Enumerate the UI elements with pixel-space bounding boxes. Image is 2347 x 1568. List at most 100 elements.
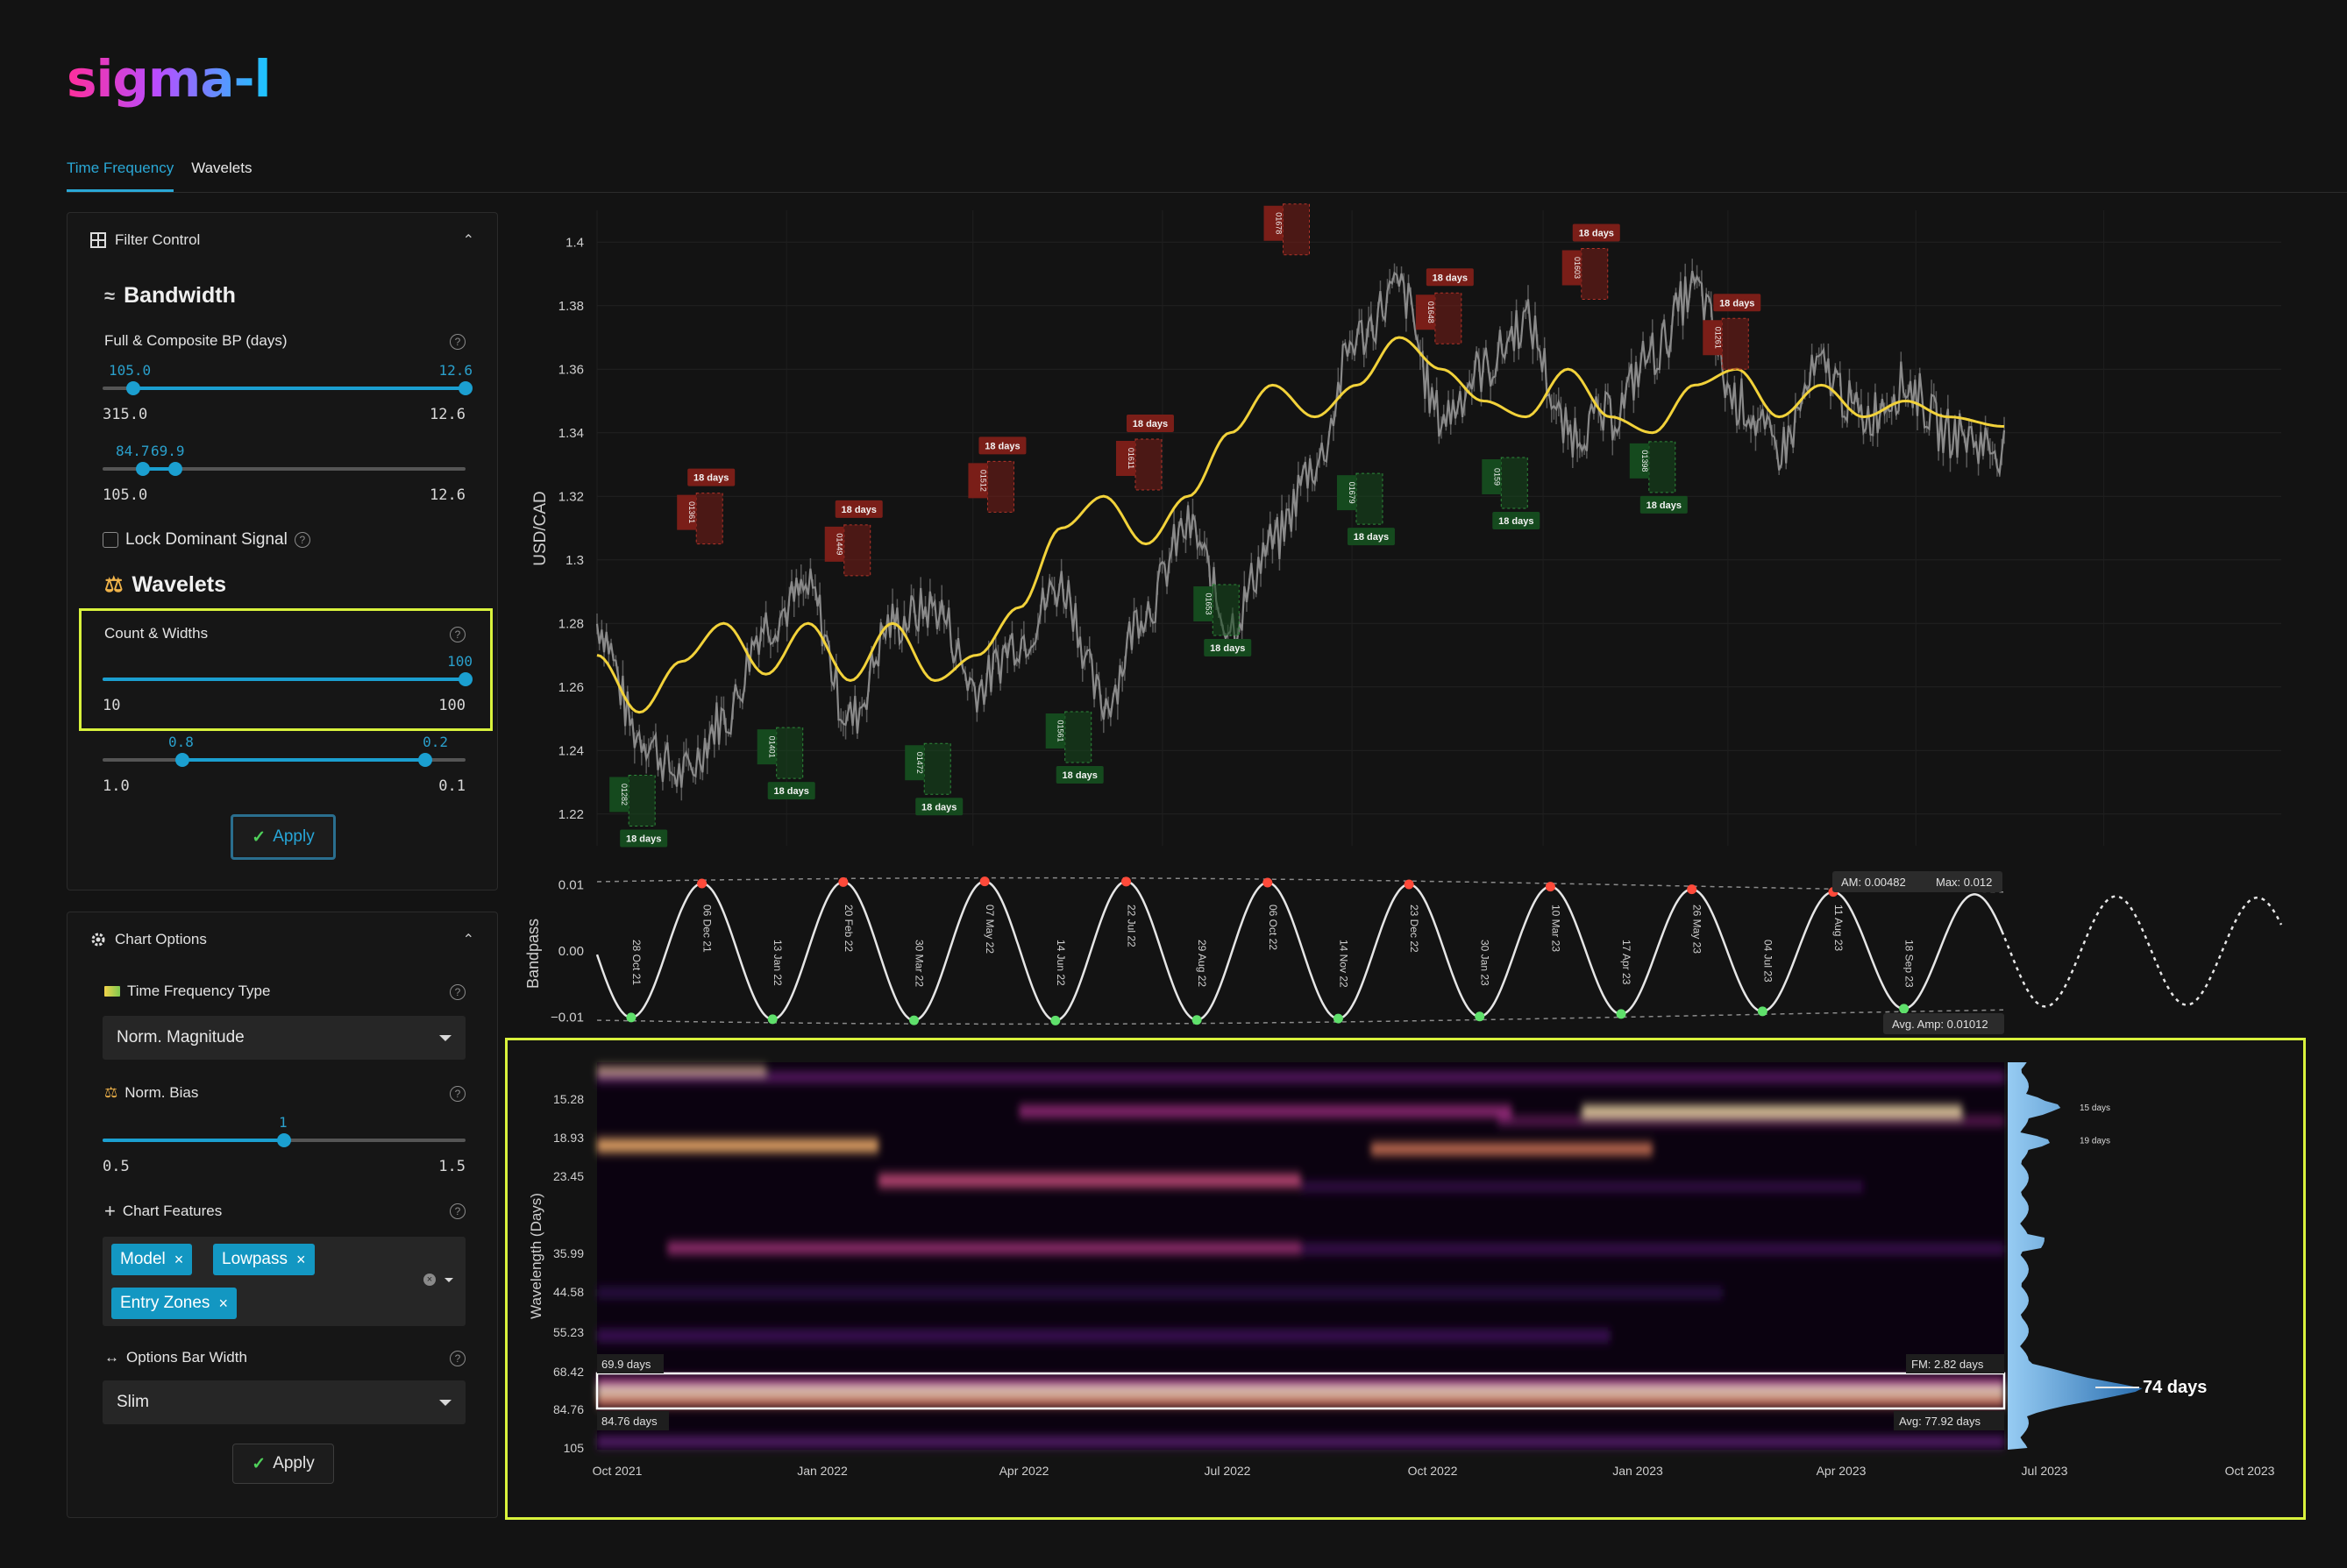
trough-dot: [909, 1015, 920, 1025]
norm-bias-min: 0.5: [103, 1158, 130, 1175]
help-icon[interactable]: ?: [294, 532, 310, 548]
norm-bias-slider[interactable]: [103, 1133, 466, 1147]
slider-knob-low[interactable]: [135, 462, 150, 476]
waves-icon: ≈: [104, 284, 116, 307]
wavelet-panel-highlight: [505, 1038, 2306, 1520]
cycle-date-label: 23 Dec 22: [1408, 905, 1420, 953]
y-tick-label: −0.01: [551, 1011, 584, 1025]
entry-zone-box: [1648, 441, 1676, 493]
help-icon[interactable]: ?: [450, 1351, 466, 1366]
trough-dot: [1191, 1015, 1202, 1025]
price-chart: 1.4 1.38 1.36 1.34 1.32 1.3 1.28 1.26 1.24 1.22 U…: [531, 203, 2281, 848]
tab-wavelets[interactable]: Wavelets: [191, 156, 252, 192]
zone-length-label: 18 days: [1719, 298, 1754, 309]
tag-lowpass[interactable]: Lowpass ×: [213, 1244, 315, 1275]
norm-bias-label: ⚖ Norm. Bias: [104, 1084, 199, 1101]
grid-icon: [90, 232, 106, 248]
zone-id-label: 01512: [978, 470, 987, 492]
zone-length-label: 18 days: [774, 786, 809, 797]
zone-length-label: 18 days: [1433, 273, 1468, 283]
tag-entry-zones[interactable]: Entry Zones ×: [111, 1288, 237, 1319]
cycle-date-label: 22 Jul 22: [1125, 905, 1137, 947]
slider-knob-high[interactable]: [459, 381, 473, 395]
trough-zone: 01398 18 days: [1629, 441, 1688, 514]
chevron-up-icon[interactable]: ⌃: [463, 231, 474, 249]
entry-zone-box: [1064, 711, 1092, 763]
caret-down-icon[interactable]: [445, 1278, 453, 1282]
gear-icon: [91, 933, 105, 947]
second-band-max: 12.6: [430, 486, 466, 504]
zone-id-label: 01361: [687, 501, 696, 523]
app-logo: sigma-l: [67, 49, 271, 109]
lock-dominant-row[interactable]: Lock Dominant Signal ?: [103, 530, 310, 550]
help-icon[interactable]: ?: [450, 1203, 466, 1219]
help-icon[interactable]: ?: [450, 1086, 466, 1102]
chart-options-panel: Chart Options ⌃ Time Frequency Type ? No…: [67, 912, 498, 1518]
help-icon[interactable]: ?: [450, 334, 466, 350]
slider-knob-low[interactable]: [175, 753, 190, 767]
zone-id-label: 01603: [1573, 257, 1582, 279]
lowpass-series: [596, 336, 2005, 714]
tag-model[interactable]: Model ×: [111, 1244, 193, 1275]
peak-zone: 01449 18 days: [824, 500, 883, 577]
peak-zone: 01603 18 days: [1561, 223, 1620, 300]
tf-type-select[interactable]: Norm. Magnitude: [103, 1016, 466, 1060]
slider-knob-high[interactable]: [418, 753, 433, 767]
bandpass-series: [595, 880, 2005, 1022]
peak-zone: 01512 18 days: [968, 436, 1027, 513]
filter-control-header[interactable]: Filter Control ⌃: [68, 213, 497, 267]
entry-zone-box: [1721, 317, 1749, 370]
cycle-date-label: 11 Aug 23: [1832, 905, 1845, 951]
full-composite-max: 12.6: [430, 406, 466, 423]
y-tick-label: 0.01: [558, 877, 584, 892]
peak-zone: 0167818 days: [1263, 203, 1310, 256]
zone-id-label: 01678: [1275, 212, 1284, 234]
chevron-up-icon[interactable]: ⌃: [463, 931, 474, 948]
trough-dot: [1616, 1009, 1626, 1019]
filter-apply-button[interactable]: ✓ Apply: [231, 814, 336, 860]
clear-icon[interactable]: ×: [423, 1274, 436, 1286]
tf-type-label: Time Frequency Type: [104, 983, 270, 1000]
y-tick-label: 1.26: [558, 680, 584, 695]
filter-control-title: Filter Control: [115, 231, 201, 248]
scale-icon: ⚖: [104, 573, 124, 597]
wavelet-width-slider[interactable]: [103, 753, 466, 767]
zone-length-label: 18 days: [1646, 500, 1682, 511]
chart-options-header[interactable]: Chart Options ⌃: [68, 912, 497, 967]
help-icon[interactable]: ?: [450, 984, 466, 1000]
chart-features-multiselect[interactable]: Model × Lowpass × Entry Zones × ×: [103, 1237, 466, 1326]
slider-knob-high[interactable]: [167, 462, 182, 476]
peak-dot: [1545, 882, 1555, 892]
trough-dot: [1333, 1013, 1343, 1024]
full-composite-label: Full & Composite BP (days): [104, 332, 288, 349]
slider-knob-low[interactable]: [126, 381, 141, 395]
remove-icon[interactable]: ×: [218, 1295, 228, 1313]
norm-bias-value: 1: [279, 1114, 288, 1131]
remove-icon[interactable]: ×: [296, 1251, 306, 1269]
y-tick-label: 1.36: [558, 362, 584, 377]
zone-length-label: 18 days: [842, 505, 877, 515]
cycle-date-label: 28 Oct 21: [630, 940, 643, 985]
tab-time-frequency[interactable]: Time Frequency: [67, 156, 174, 192]
avg-amp-badge: Avg. Amp: 0.01012: [1883, 1013, 2004, 1034]
full-composite-slider[interactable]: [103, 381, 473, 395]
amplitude-envelope-top: [596, 876, 2003, 893]
zone-length-label: 18 days: [1498, 516, 1533, 527]
peak-dot: [1262, 877, 1273, 888]
wavelet-width-low-value: 0.8: [168, 734, 194, 750]
remove-icon[interactable]: ×: [174, 1251, 184, 1269]
trough-dot: [1475, 1011, 1485, 1022]
lock-dominant-checkbox[interactable]: [103, 532, 118, 548]
main-tabs: Time Frequency Wavelets: [67, 156, 252, 192]
options-bar-width-label: ↔ Options Bar Width: [104, 1349, 247, 1366]
cycle-date-label: 17 Apr 23: [1620, 940, 1632, 985]
entry-zone-box: [628, 775, 656, 827]
entry-zone-box: [1355, 472, 1383, 525]
peak-zone: 01361 18 days: [677, 468, 736, 545]
chart-options-apply-button[interactable]: ✓ Apply: [232, 1444, 334, 1484]
slider-knob[interactable]: [277, 1133, 291, 1147]
trough-zone: 01561 18 days: [1045, 711, 1104, 784]
options-bar-width-select[interactable]: Slim: [103, 1380, 466, 1424]
second-band-slider[interactable]: [103, 462, 466, 476]
zone-length-label: 18 days: [1210, 643, 1245, 654]
